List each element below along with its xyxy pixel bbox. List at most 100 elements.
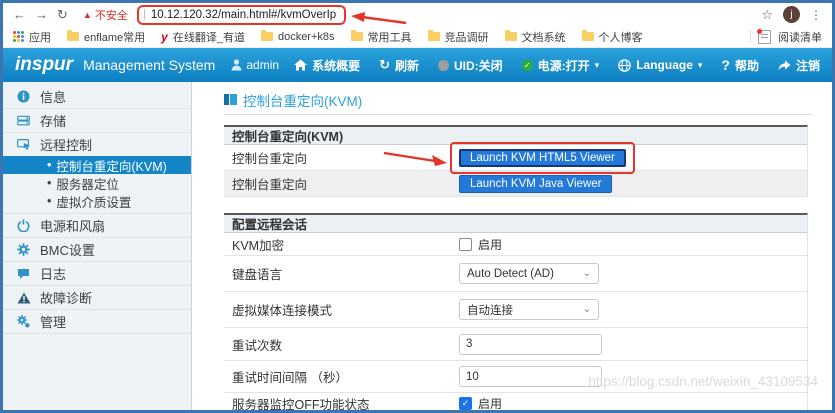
monitor-off-checkbox[interactable]: ✓	[459, 397, 472, 410]
url-text[interactable]: 10.12.120.32/main.html#/kvmOverIp	[151, 9, 336, 21]
info-icon	[16, 90, 31, 103]
browser-toolbar: ← → ↻ ▲ 不安全 10.12.120.32/main.html#/kvmO…	[3, 3, 832, 26]
sidebar-item-bmc-settings[interactable]: BMC设置	[3, 238, 191, 261]
sidebar-item-remote-control[interactable]: 远程控制	[3, 133, 191, 156]
sidebar-item-storage[interactable]: 存储	[3, 109, 191, 132]
sidebar-item-diagnosis[interactable]: 故障诊断	[3, 286, 191, 309]
bookmark-folder[interactable]: 文档系统	[505, 29, 566, 45]
setting-label: 键盘语言	[224, 256, 451, 291]
table-header: 配置远程会话	[224, 215, 807, 233]
folder-icon	[505, 32, 517, 41]
bullet-icon: •	[47, 176, 51, 190]
user-icon	[231, 59, 242, 71]
apps-grid-icon	[13, 31, 24, 42]
bookmark-apps[interactable]: 应用	[13, 29, 51, 45]
sidebar-subitem-kvm[interactable]: • 控制台重定向(KVM)	[3, 156, 191, 174]
sidebar: 信息 存储 远程控制 • 控制台重定向(KVM)	[3, 82, 192, 411]
back-icon[interactable]: ←	[13, 8, 26, 21]
nav-power-status[interactable]: ✓ 电源:打开 ▾	[522, 57, 600, 74]
virtual-media-mode-select[interactable]: 自动连接 ⌄	[459, 299, 599, 320]
nav-uid-status[interactable]: UID:关闭	[438, 57, 503, 74]
checkbox-label: 启用	[478, 395, 502, 412]
header-nav: 系统概要 ↻ 刷新 UID:关闭 ✓ 电源:打开 ▾ Language ▾ ?	[294, 57, 820, 74]
address-bar[interactable]: 10.12.120.32/main.html#/kvmOverIp	[137, 5, 346, 25]
nav-label: 帮助	[735, 57, 759, 74]
nav-help[interactable]: ? 帮助	[721, 57, 759, 74]
nav-label: 电源:打开	[538, 57, 590, 74]
nav-system-overview[interactable]: 系统概要	[294, 57, 360, 74]
warning-triangle-icon	[16, 292, 31, 304]
page-title-text: 控制台重定向(KVM)	[243, 90, 362, 110]
sidebar-item-power-fan[interactable]: 电源和风扇	[3, 214, 191, 237]
launch-kvm-java-button[interactable]: Launch KVM Java Viewer	[459, 175, 612, 193]
table-row: KVM加密 ✓ 启用	[224, 233, 807, 256]
folder-icon	[582, 32, 594, 41]
remote-control-submenu: • 控制台重定向(KVM) • 服务器定位 • 虚拟介质设置	[3, 156, 191, 213]
sidebar-item-info[interactable]: 信息	[3, 85, 191, 108]
reading-list-label: 阅读清单	[778, 29, 822, 45]
bookmark-youdao[interactable]: y 在线翻译_有道	[161, 29, 245, 45]
bookmark-label: 文档系统	[522, 29, 566, 45]
bookmark-star-icon[interactable]: ☆	[761, 7, 773, 23]
bookmark-folder[interactable]: docker+k8s	[261, 31, 335, 43]
screenshot-frame: ← → ↻ ▲ 不安全 10.12.120.32/main.html#/kvmO…	[0, 0, 835, 413]
bookmark-folder[interactable]: 竞品调研	[428, 29, 489, 45]
home-icon	[294, 59, 307, 71]
setting-label: 服务器监控OFF功能状态	[224, 393, 451, 411]
security-warning-label: 不安全	[95, 7, 128, 23]
product-title: Management System	[83, 57, 215, 73]
sidebar-item-logs[interactable]: 日志	[3, 262, 191, 285]
sidebar-subitem-virtual-media[interactable]: • 虚拟介质设置	[3, 192, 191, 210]
nav-language[interactable]: Language ▾	[618, 58, 702, 72]
table-row: 控制台重定向 Launch KVM Java Viewer	[224, 171, 807, 197]
select-value: Auto Detect (AD)	[467, 268, 554, 280]
remote-control-icon	[16, 138, 31, 152]
keyboard-language-select[interactable]: Auto Detect (AD) ⌄	[459, 263, 599, 284]
sidebar-item-label: 电源和风扇	[40, 216, 105, 235]
retry-count-input[interactable]	[459, 334, 602, 355]
nav-refresh[interactable]: ↻ 刷新	[379, 57, 419, 74]
page-title-icon	[224, 94, 237, 105]
bullet-icon: •	[47, 158, 51, 172]
security-chip[interactable]: ▲ 不安全	[83, 7, 128, 23]
bookmark-folder[interactable]: 个人博客	[582, 29, 643, 45]
setting-label: 虚拟媒体连接模式	[224, 292, 451, 327]
check-icon: ✓	[524, 61, 531, 70]
table-row: 控制台重定向 Launch KVM HTML5 Viewer	[224, 145, 807, 171]
current-user[interactable]: admin	[231, 58, 279, 72]
uid-status-icon	[438, 60, 449, 71]
kvm-encryption-checkbox[interactable]: ✓	[459, 238, 472, 251]
warning-triangle-icon: ▲	[83, 10, 92, 20]
divider	[750, 30, 751, 43]
annotation-arrow-url	[348, 10, 410, 28]
reading-list[interactable]: 阅读清单	[750, 29, 822, 45]
main-content: 控制台重定向(KVM) 控制台重定向(KVM) 控制台重定向 Launch KV…	[192, 82, 832, 411]
sidebar-item-label: 存储	[40, 111, 66, 130]
nav-logout[interactable]: 注销	[778, 57, 820, 74]
folder-icon	[351, 32, 363, 41]
sidebar-subitem-server-locate[interactable]: • 服务器定位	[3, 174, 191, 192]
nav-label: UID:关闭	[454, 57, 503, 74]
sidebar-item-label: 远程控制	[40, 135, 92, 154]
sidebar-item-label: 故障诊断	[40, 288, 92, 307]
refresh-icon: ↻	[379, 57, 390, 73]
sidebar-subitem-label: 控制台重定向(KVM)	[56, 156, 166, 175]
watermark: https://blog.csdn.net/weixin_43109534	[588, 374, 818, 389]
inspur-logo: inspur	[15, 54, 73, 76]
retry-interval-input[interactable]	[459, 366, 602, 387]
bookmark-folder[interactable]: 常用工具	[351, 29, 412, 45]
bookmark-folder[interactable]: enflame常用	[67, 29, 145, 45]
forward-icon[interactable]: →	[35, 8, 48, 21]
bullet-icon: •	[47, 194, 51, 208]
profile-avatar[interactable]: j	[783, 6, 800, 23]
sidebar-item-label: BMC设置	[40, 240, 95, 259]
folder-icon	[67, 32, 79, 41]
launch-kvm-html5-button[interactable]: Launch KVM HTML5 Viewer	[459, 149, 626, 167]
reload-icon[interactable]: ↻	[57, 8, 68, 21]
select-value: 自动连接	[467, 302, 513, 318]
chip-separator	[144, 9, 145, 20]
chrome-menu-icon[interactable]: ⋮	[810, 8, 822, 22]
globe-icon	[618, 59, 631, 72]
sidebar-item-label: 日志	[40, 264, 66, 283]
sidebar-item-management[interactable]: 管理	[3, 310, 191, 333]
